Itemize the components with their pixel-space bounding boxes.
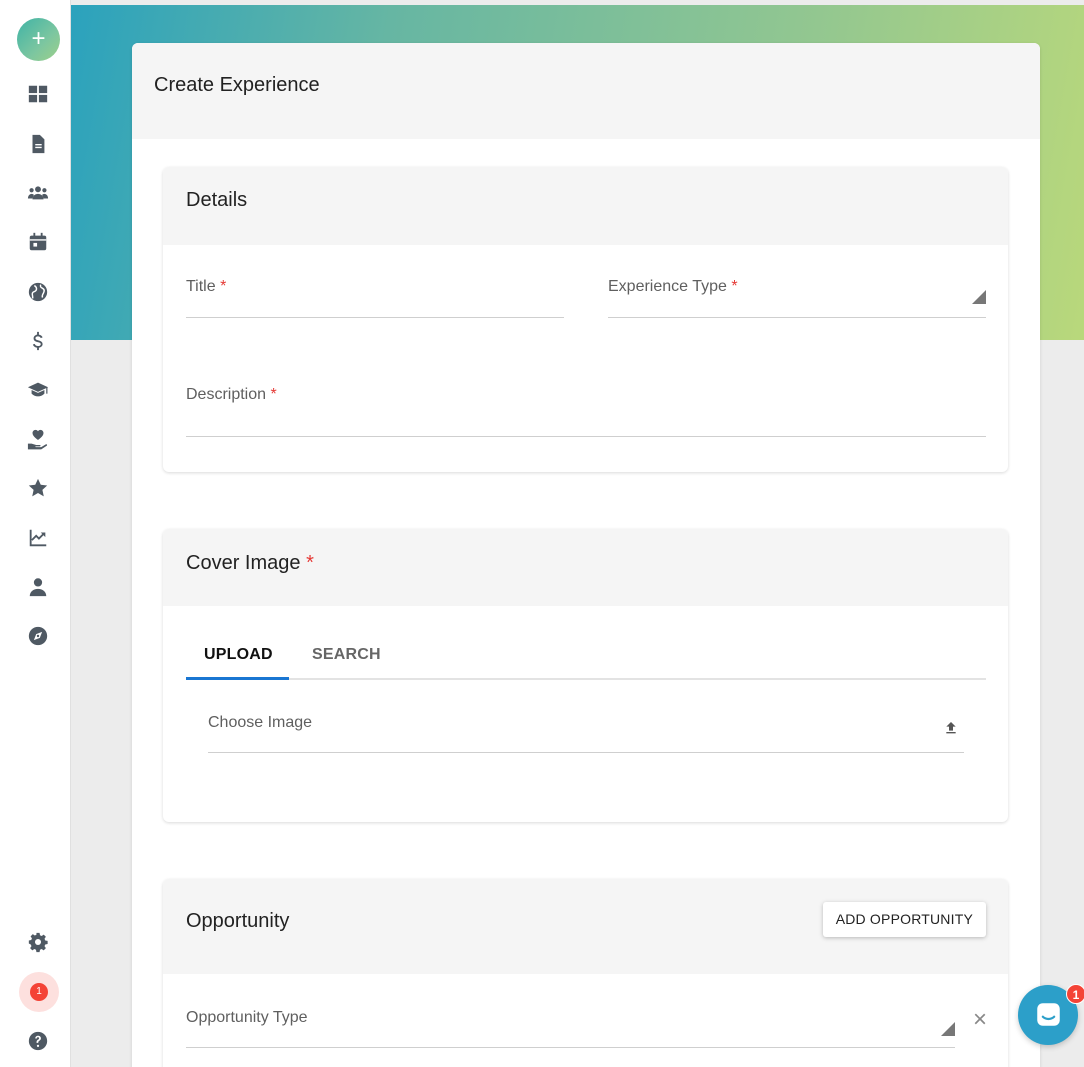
chat-icon [1037,1003,1060,1026]
hand-heart-icon[interactable] [24,425,52,453]
calendar-icon[interactable] [24,228,52,256]
add-button[interactable]: + [17,18,60,61]
globe-icon[interactable] [24,278,52,306]
experience-type-select[interactable]: Experience Type * [608,275,986,318]
star-icon[interactable] [24,474,52,502]
add-opportunity-button[interactable]: ADD OPPORTUNITY [822,902,986,937]
dropdown-arrow-icon [941,1022,955,1036]
cover-image-heading: Cover Image * [163,529,1008,606]
choose-image-label: Choose Image [208,714,313,731]
user-icon[interactable] [24,573,52,601]
graduation-cap-icon[interactable] [24,376,52,404]
description-field[interactable]: Description * [186,383,986,437]
title-label: Title * [186,278,227,295]
details-heading: Details [163,167,1008,245]
opportunity-type-select[interactable]: Opportunity Type [186,1003,955,1048]
gear-icon[interactable] [24,928,52,956]
chat-badge: 1 [1066,984,1084,1004]
notification-button[interactable]: 1 [19,972,59,1012]
notification-badge: 1 [30,983,48,1001]
users-icon[interactable] [24,179,52,207]
dollar-icon[interactable] [24,327,52,355]
opportunity-section: Opportunity ADD OPPORTUNITY Opportunity … [163,879,1008,1067]
question-circle-icon[interactable] [24,1027,52,1055]
cover-image-section: Cover Image * UPLOAD SEARCH Choose Image [163,529,1008,822]
chart-line-icon[interactable] [24,524,52,552]
upload-icon[interactable] [943,720,959,736]
page-title: Create Experience [132,43,1040,139]
opportunity-type-label: Opportunity Type [186,1009,308,1026]
create-experience-card: Create Experience Details Title * Experi… [132,43,1040,1067]
compass-icon[interactable] [24,622,52,650]
experience-type-label: Experience Type * [608,278,738,295]
document-icon[interactable] [24,130,52,158]
close-icon[interactable]: × [973,1006,987,1034]
dropdown-arrow-icon [972,290,986,304]
choose-image-field[interactable]: Choose Image [208,710,964,753]
sidebar: + 1 [0,0,71,1067]
details-section: Details Title * Experience Type * Descri… [163,167,1008,472]
dashboard-icon[interactable] [24,80,52,108]
description-label: Description * [186,386,277,403]
tab-upload[interactable]: UPLOAD [204,646,273,664]
title-field[interactable]: Title * [186,275,564,318]
active-tab-indicator [186,677,289,680]
tab-search[interactable]: SEARCH [312,646,381,664]
tabs-divider [186,678,986,680]
